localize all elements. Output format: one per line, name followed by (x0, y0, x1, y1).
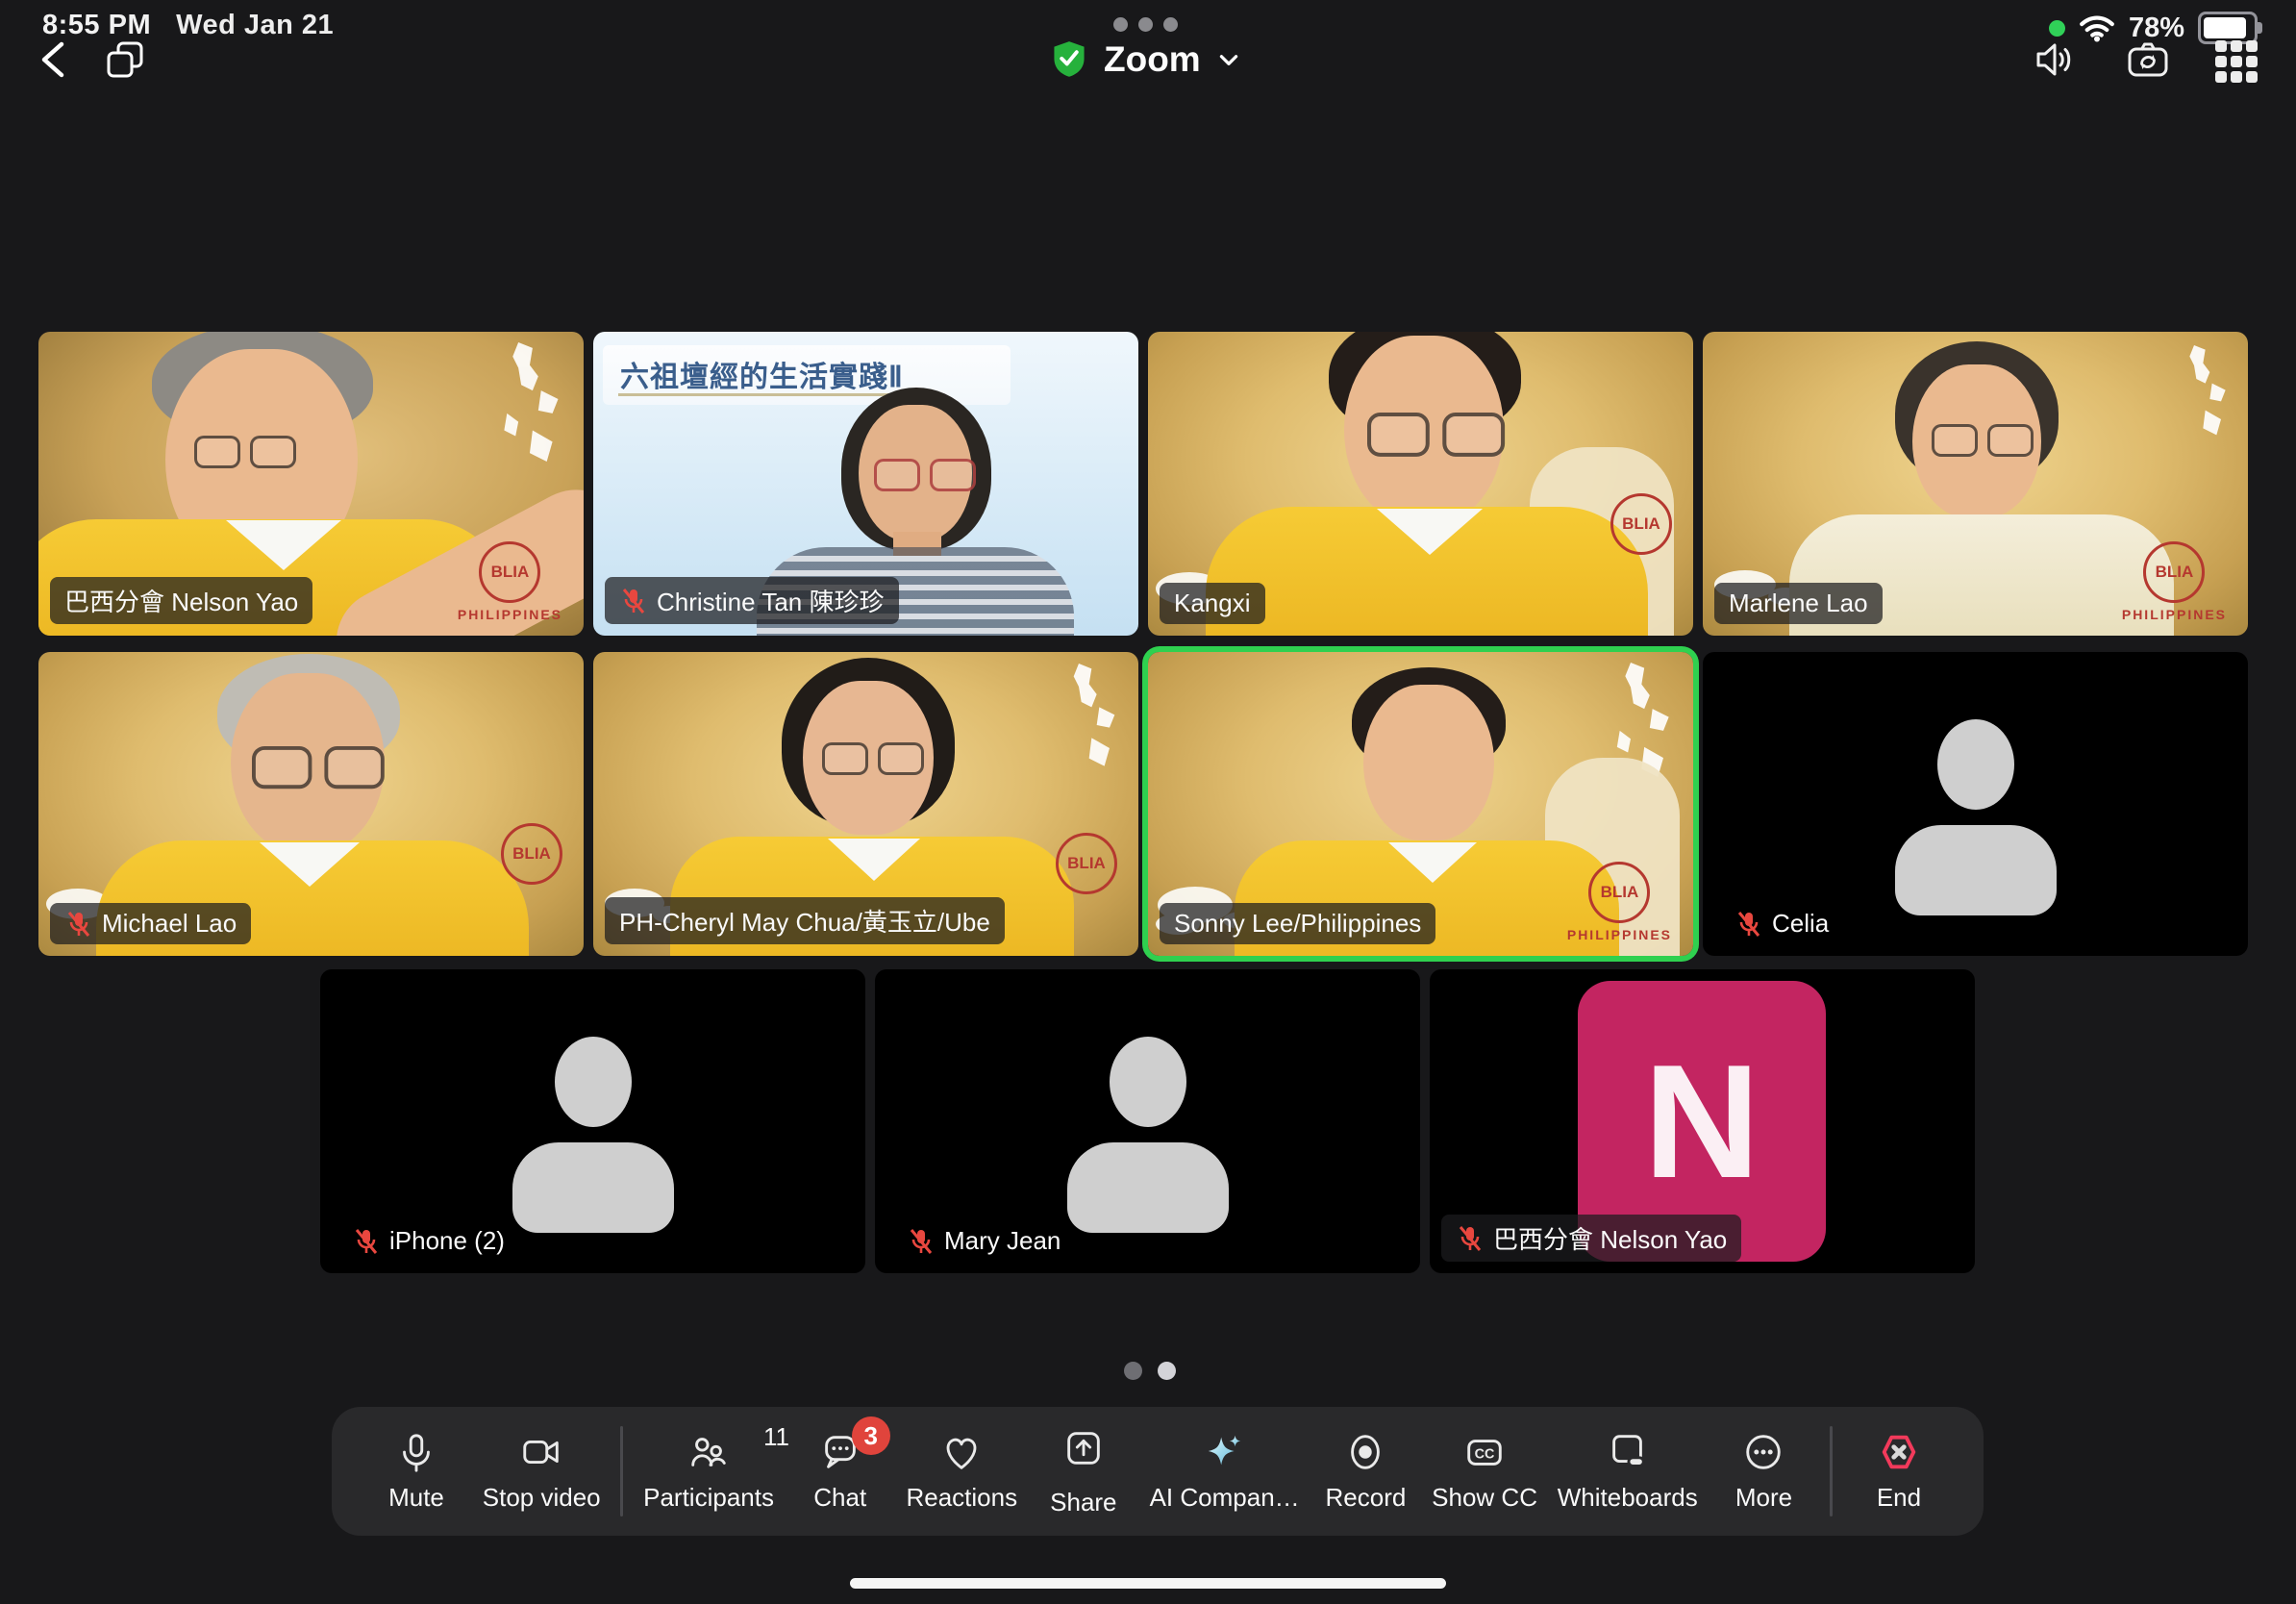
ai-sparkle-icon (1203, 1430, 1247, 1474)
avatar-placeholder-icon (512, 1142, 674, 1233)
participant-name-label: 巴西分會 Nelson Yao (50, 577, 312, 624)
reactions-button[interactable]: Reactions (906, 1430, 1017, 1513)
stop-video-button[interactable]: Stop video (483, 1430, 601, 1513)
mic-icon (394, 1430, 438, 1474)
app-title: Zoom (1104, 39, 1201, 80)
video-tile-sonny-lee[interactable]: BLIA PHILIPPINES Sonny Lee/Philippines (1148, 652, 1693, 956)
chevron-down-icon (1216, 47, 1241, 72)
end-button[interactable]: End (1853, 1430, 1945, 1513)
video-tile-mary-jean[interactable]: Mary Jean (875, 969, 1420, 1273)
muted-mic-icon (619, 587, 648, 615)
apps-grid-icon[interactable] (2215, 40, 2258, 83)
participants-icon (686, 1430, 731, 1474)
status-bar-left: 8:55 PMWed Jan 21 (42, 10, 334, 41)
philippines-map-watermark (1048, 660, 1125, 775)
muted-mic-icon (1456, 1224, 1485, 1253)
more-ellipsis-icon (1741, 1430, 1785, 1474)
blia-logo: BLIA (1056, 833, 1117, 898)
security-shield-icon (1050, 38, 1088, 81)
zoom-meeting-screen: 8:55 PMWed Jan 21 78% Zoom (0, 0, 2296, 1604)
wifi-icon (2079, 13, 2115, 42)
back-button[interactable] (33, 37, 79, 83)
video-tile-iphone-2[interactable]: iPhone (2) (320, 969, 865, 1273)
switch-camera-icon[interactable] (2125, 37, 2171, 83)
toolbar-divider (620, 1426, 623, 1516)
record-button[interactable]: Record (1319, 1430, 1411, 1513)
end-call-icon (1877, 1430, 1921, 1474)
date: Wed Jan 21 (176, 10, 334, 40)
video-tile-nelson-yao[interactable]: BLIA PHILIPPINES 巴西分會 Nelson Yao (38, 332, 584, 636)
app-switcher-icon[interactable] (102, 37, 148, 83)
participant-name-label: PH-Cheryl May Chua/黃玉立/Ube (605, 897, 1005, 944)
meeting-title-bar[interactable]: Zoom (1050, 38, 1241, 81)
video-camera-icon (519, 1430, 563, 1474)
muted-mic-icon (64, 910, 93, 939)
recording-indicator-dot (2049, 20, 2065, 37)
speaker-icon[interactable] (2031, 37, 2077, 83)
whiteboards-icon (1606, 1430, 1650, 1474)
video-tile-celia[interactable]: Celia (1703, 652, 2248, 956)
chat-badge: 3 (852, 1416, 890, 1455)
muted-mic-icon (1734, 910, 1763, 939)
blia-logo: BLIA (501, 823, 562, 889)
participant-name-label: Celia (1720, 903, 1843, 944)
battery-icon (2198, 12, 2258, 44)
avatar-placeholder-icon (555, 1037, 632, 1127)
blia-logo: BLIA (1610, 493, 1672, 559)
home-indicator[interactable] (850, 1578, 1446, 1589)
more-button[interactable]: More (1717, 1430, 1809, 1513)
ai-companion-button[interactable]: AI Compan… (1150, 1430, 1300, 1513)
participant-name-label: Kangxi (1160, 583, 1265, 624)
chat-button[interactable]: 3 Chat (794, 1430, 886, 1513)
video-tile-nelson-yao-initial[interactable]: N 巴西分會 Nelson Yao (1430, 969, 1975, 1273)
muted-mic-icon (907, 1227, 936, 1256)
avatar-placeholder-icon (1110, 1037, 1186, 1127)
closed-captions-icon: CC (1462, 1430, 1507, 1474)
participant-name-label: Sonny Lee/Philippines (1160, 903, 1435, 944)
video-tile-michael-lao[interactable]: BLIA Michael Lao (38, 652, 584, 956)
participant-name-label: Marlene Lao (1714, 583, 1883, 624)
svg-text:CC: CC (1475, 1447, 1495, 1463)
avatar-placeholder-icon (1937, 719, 2014, 810)
participant-name-label: Michael Lao (50, 903, 251, 944)
video-tile-cheryl-chua[interactable]: BLIA PH-Cheryl May Chua/黃玉立/Ube (593, 652, 1138, 956)
participant-name-label: Mary Jean (892, 1220, 1075, 1262)
record-icon (1343, 1430, 1387, 1474)
participant-name-label: iPhone (2) (337, 1220, 519, 1262)
toolbar-divider (1830, 1426, 1833, 1516)
share-icon (1061, 1426, 1106, 1470)
share-button[interactable]: Share (1037, 1426, 1130, 1517)
participants-count: 11 (763, 1422, 789, 1452)
philippines-map-watermark (484, 339, 570, 464)
participant-name-label: 巴西分會 Nelson Yao (1441, 1215, 1741, 1262)
status-ellipsis-icon[interactable] (1113, 17, 1178, 32)
show-cc-button[interactable]: CC Show CC (1432, 1430, 1537, 1513)
heart-icon (939, 1430, 984, 1474)
muted-mic-icon (352, 1227, 381, 1256)
philippines-map-watermark (2167, 339, 2234, 445)
mute-button[interactable]: Mute (370, 1430, 462, 1513)
video-tile-kangxi[interactable]: BLIA Kangxi (1148, 332, 1693, 636)
blia-logo: BLIA PHILIPPINES (1567, 862, 1672, 942)
page-indicator[interactable] (1124, 1362, 1176, 1380)
blia-logo: BLIA PHILIPPINES (2122, 541, 2227, 622)
participant-name-label: Christine Tan 陳珍珍 (605, 577, 899, 624)
whiteboards-button[interactable]: Whiteboards (1558, 1430, 1698, 1513)
participants-button[interactable]: 11 Participants (643, 1430, 774, 1513)
meeting-toolbar: Mute Stop video 11 Participants (332, 1407, 1984, 1536)
video-tile-christine-tan[interactable]: 六祖壇經的生活實踐Ⅱ Christine Tan 陳珍珍 (593, 332, 1138, 636)
blia-logo: BLIA PHILIPPINES (458, 541, 562, 622)
video-tile-marlene-lao[interactable]: BLIA PHILIPPINES Marlene Lao (1703, 332, 2248, 636)
avatar-placeholder-icon (1895, 825, 2057, 915)
avatar-placeholder-icon (1067, 1142, 1229, 1233)
